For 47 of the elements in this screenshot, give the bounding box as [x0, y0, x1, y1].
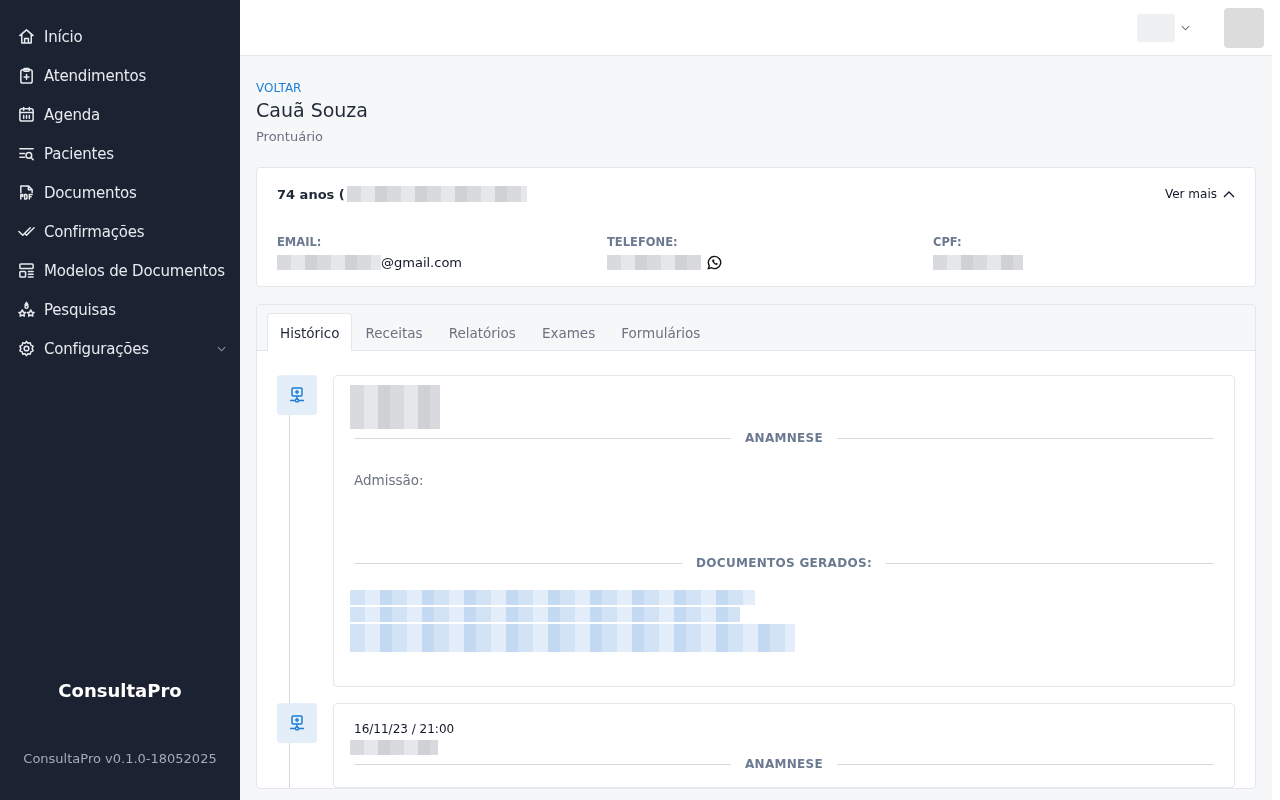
- sidebar-item[interactable]: Início: [0, 17, 240, 56]
- sidebar-item[interactable]: Pacientes: [0, 134, 240, 173]
- avatar-image-placeholder[interactable]: [1224, 7, 1264, 48]
- tab[interactable]: Formulários: [608, 313, 714, 351]
- redacted-link[interactable]: [350, 590, 755, 605]
- redacted-link[interactable]: [350, 607, 740, 622]
- sidebar-item[interactable]: Modelos de Documentos: [0, 251, 240, 290]
- list-search-icon: [18, 145, 35, 162]
- shapes-icon: [18, 301, 35, 318]
- page-subtitle: Prontuário: [256, 129, 325, 144]
- section-text: Admissão:: [354, 472, 425, 488]
- settings-icon: [18, 340, 35, 357]
- tab[interactable]: Exames: [528, 313, 609, 351]
- chat-bubble-phone-icon[interactable]: [707, 255, 722, 270]
- sidebar-item[interactable]: Confirmações: [0, 212, 240, 251]
- patient-name: Cauã Souza: [256, 99, 369, 121]
- section-title: ANAMNESE: [745, 431, 824, 445]
- field-label: CPF:: [933, 235, 963, 249]
- tab[interactable]: Histórico: [267, 313, 353, 351]
- version-text: ConsultaPro v0.1.0-18052025: [22, 751, 218, 766]
- redacted-link[interactable]: [350, 624, 795, 652]
- field-label: TELEFONE:: [607, 235, 679, 249]
- tab[interactable]: Receitas: [352, 313, 436, 351]
- section-title: ANAMNESE: [745, 757, 824, 771]
- house-icon: [18, 28, 35, 45]
- section-title: DOCUMENTOS GERADOS:: [696, 556, 872, 570]
- brand-name: ConsultaPro: [57, 680, 183, 701]
- sidebar-item[interactable]: Atendimentos: [0, 56, 240, 95]
- tab[interactable]: Relatórios: [435, 313, 529, 351]
- sidebar-item[interactable]: Pesquisas: [0, 290, 240, 329]
- pdf-file-icon: [18, 184, 35, 201]
- sidebar-item[interactable]: Configurações: [0, 329, 240, 368]
- clipboard-icon: [18, 67, 35, 84]
- back-link[interactable]: VOLTAR: [256, 81, 302, 95]
- layout-icon: [18, 262, 35, 279]
- patient-age: 74 anos (: [277, 186, 345, 202]
- chevron-down-icon[interactable]: [1181, 24, 1190, 31]
- entry-date: 16/11/23 / 21:00: [354, 722, 456, 736]
- sidebar-item[interactable]: Documentos: [0, 173, 240, 212]
- monitor-plus-icon: [288, 386, 306, 404]
- field-label: EMAIL:: [277, 235, 323, 249]
- sidebar-item[interactable]: Agenda: [0, 95, 240, 134]
- field-value: @gmail.com: [381, 255, 462, 270]
- see-more-button[interactable]: Ver mais: [1164, 187, 1235, 201]
- monitor-plus-icon: [288, 714, 306, 732]
- chevron-icon: [1223, 190, 1235, 198]
- calendar-icon: [18, 106, 35, 123]
